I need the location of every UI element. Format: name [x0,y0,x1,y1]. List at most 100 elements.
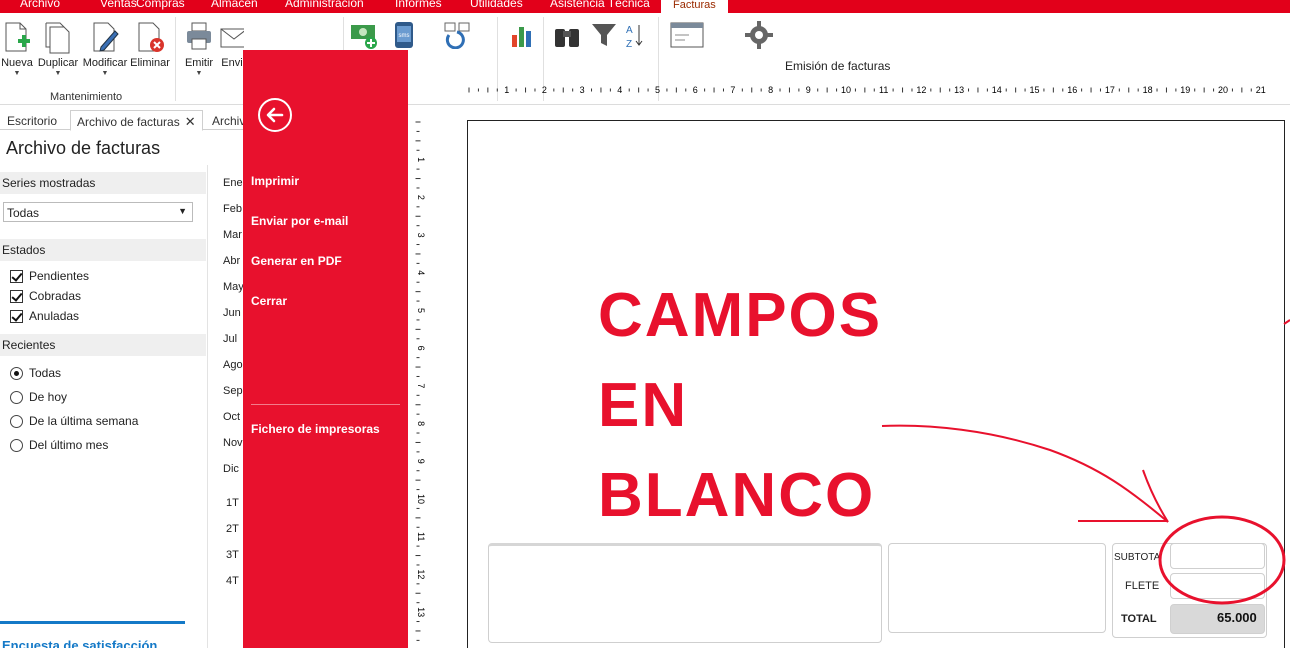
envelope-icon [220,28,244,48]
menu-generar-pdf[interactable]: Generar en PDF [251,254,342,268]
month-item[interactable]: Abr [223,255,240,267]
month-item[interactable]: Ene [223,177,243,189]
month-item[interactable]: Feb [223,203,242,215]
ruler-label: 20 [1218,85,1228,95]
month-item[interactable]: May [223,281,244,293]
ruler-label: 11 [879,85,888,95]
convert-icon[interactable] [443,21,471,49]
close-icon[interactable]: ✕ [185,114,196,129]
ruler-label: 7 [730,85,735,95]
eliminar-button[interactable]: Eliminar [130,13,170,69]
survey-link[interactable]: Encuesta de satisfacción [2,638,157,648]
ruler-label: 4 [416,270,426,275]
quarter-item[interactable]: 2T [226,523,239,535]
page-title: Archivo de facturas [6,138,161,158]
ruler-label: 13 [954,85,964,95]
checkbox-anuladas[interactable]: Anuladas [10,309,79,323]
svg-text:A: A [626,25,633,36]
bar-chart-icon[interactable] [508,21,536,49]
print-side-menu: Imprimir Enviar por e-mail Generar en PD… [243,50,408,648]
chevron-down-icon: ▼ [178,206,187,216]
binoculars-icon[interactable] [553,21,581,49]
gear-icon[interactable] [745,21,773,49]
radio-ultimo-mes[interactable]: Del último mes [10,438,108,452]
radio-ultima-semana[interactable]: De la última semana [10,414,138,428]
svg-text:sms: sms [399,33,410,39]
menu-facturas[interactable]: Facturas [661,0,728,13]
tab-escritorio[interactable]: Escritorio [0,110,64,131]
month-item[interactable]: Oct [223,411,240,423]
menu-divider [251,404,400,405]
checkbox-cobradas[interactable]: Cobradas [10,289,81,303]
menu-asistencia-tecnica[interactable]: Asistencia Técnica [550,0,650,10]
checkbox-pendientes[interactable]: Pendientes [10,269,89,283]
sms-phone-icon[interactable]: sms [393,21,415,49]
annotation-word: BLANCO [598,461,876,530]
menu-enviar-email[interactable]: Enviar por e-mail [251,214,348,228]
modificar-button[interactable]: Modificar ▼ [82,13,128,77]
sort-az-icon[interactable]: AZ [624,21,646,49]
back-button[interactable] [258,98,292,132]
ruler-label: 11 [416,532,426,541]
ruler-label: 5 [655,85,660,95]
month-item[interactable]: Nov [223,437,243,449]
month-item[interactable]: Jun [223,307,241,319]
month-item[interactable]: Jul [223,333,237,345]
menu-cerrar[interactable]: Cerrar [251,294,287,308]
ruler-label: 2 [416,195,426,200]
ribbon-separator [175,17,176,101]
menu-archivo[interactable]: Archivo [20,0,60,10]
menu-utilidades[interactable]: Utilidades [470,0,523,10]
money-add-icon[interactable] [350,21,378,49]
flete-field [1170,573,1265,599]
arrow-left-icon [266,107,284,123]
series-select[interactable]: Todas ▼ [3,202,193,222]
radio-todas[interactable]: Todas [10,366,61,380]
menu-informes[interactable]: Informes [395,0,442,10]
window-layout-icon[interactable] [670,21,704,49]
total-value: 65.000 [1217,610,1257,625]
panel-divider [207,165,208,648]
filter-icon[interactable] [590,21,618,49]
menu-fichero-impresoras[interactable]: Fichero de impresoras [251,422,380,436]
edit-document-icon [93,22,119,52]
main-menubar: Archivo Ventas Compras Almacén Administr… [0,0,1290,13]
tab-archivo-de-facturas[interactable]: Archivo de facturas ✕ [70,110,203,131]
app-window: Archivo Ventas Compras Almacén Administr… [0,0,1290,648]
new-document-icon [5,22,30,52]
menu-imprimir[interactable]: Imprimir [251,174,299,188]
ruler-label: 4 [617,85,622,95]
ruler-label: 15 [1029,85,1039,95]
menu-almacen[interactable]: Almacén [211,0,258,10]
chevron-down-icon: ▼ [101,70,109,77]
month-item[interactable]: Mar [223,229,242,241]
quarter-item[interactable]: 4T [226,575,239,587]
month-item[interactable]: Ago [223,359,243,371]
svg-text:Z: Z [626,39,632,49]
month-item[interactable]: Dic [223,463,239,475]
ruler-label: 1 [504,85,509,95]
menu-ventas[interactable]: Ventas [100,0,137,10]
menu-administracion[interactable]: Administración [285,0,364,10]
quarter-item[interactable]: 3T [226,549,239,561]
total-label: TOTAL [1121,613,1157,625]
duplicar-button[interactable]: Duplicar ▼ [36,13,80,77]
ruler-label: 8 [416,421,426,426]
ruler-label: 9 [416,459,426,464]
month-item[interactable]: Sep [223,385,243,397]
quarter-item[interactable]: 1T [226,497,239,509]
enviar-button[interactable]: Envi [220,13,244,69]
ruler-label: 3 [580,85,585,95]
document-tabs: Escritorio Archivo de facturas ✕ Archiv [0,108,245,131]
emitir-button[interactable]: Emitir ▼ [180,13,218,77]
horizontal-ruler: 1 2 3 4 5 6 7 8 9 10 11 12 13 14 15 16 17 18 19 20 21 [468,85,1266,95]
subtotal-label: SUBTOTA [1114,552,1161,563]
section-recientes: Recientes [0,334,206,356]
ruler-label: 18 [1143,85,1153,95]
menu-compras[interactable]: Compras [136,0,185,10]
nueva-button[interactable]: Nueva ▼ [0,13,34,77]
ruler-label: 2 [542,85,547,95]
radio-de-hoy[interactable]: De hoy [10,390,67,404]
subtotal-field [1170,543,1265,569]
section-series: Series mostradas [0,172,206,194]
